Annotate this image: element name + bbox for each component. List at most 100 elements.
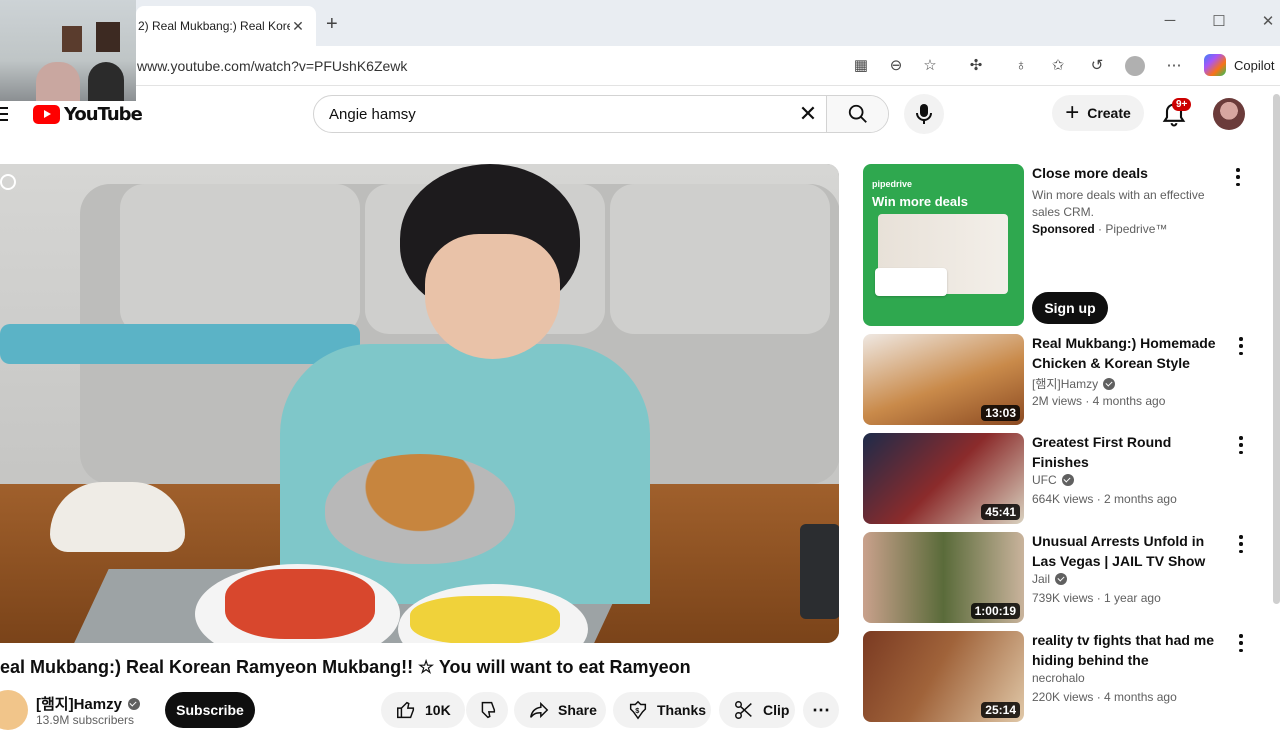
signup-button[interactable]: Sign up <box>1032 292 1108 324</box>
webcam-overlay <box>0 0 136 101</box>
browser-tab[interactable]: 2) Real Mukbang:) Real Korean Ramyeon ✕ <box>136 6 316 46</box>
clip-button[interactable]: Clip <box>719 692 795 728</box>
ad-thumbnail[interactable]: pipedrive Win more deals <box>863 164 1024 326</box>
ad-description: Win more deals with an effective sales C… <box>1032 188 1205 219</box>
extensions-icon[interactable]: ✣ <box>966 56 986 76</box>
account-avatar[interactable] <box>1213 98 1245 130</box>
channel-name-text: [햄지]Hamzy <box>36 696 122 713</box>
rec-duration: 45:41 <box>981 504 1020 520</box>
create-label: Create <box>1087 105 1131 121</box>
url-field[interactable]: www.youtube.com/watch?v=PFUshK6Zewk <box>137 58 407 74</box>
rec-channel-name: UFC <box>1032 473 1057 487</box>
microphone-icon <box>916 104 932 124</box>
page-scrollbar[interactable] <box>1273 94 1280 604</box>
window-close-icon[interactable]: ✕ <box>1258 12 1278 30</box>
browser-tab-bar: 2) Real Mukbang:) Real Korean Ramyeon ✕ … <box>0 0 1280 46</box>
rec-channel[interactable]: necrohalo <box>1032 671 1085 685</box>
rec-meta: 739K views · 1 year ago <box>1032 591 1161 605</box>
rec-title[interactable]: reality tv fights that had me hiding beh… <box>1032 630 1228 670</box>
ad-headline: Win more deals <box>872 194 968 209</box>
like-button[interactable]: 10K <box>381 692 465 728</box>
verified-icon <box>1061 474 1074 486</box>
search-box: ✕ <box>313 95 889 133</box>
subscriber-count: 13.9M subscribers <box>36 713 135 727</box>
app-grid-icon[interactable]: ▦ <box>851 56 871 76</box>
thumbs-down-icon <box>481 701 496 719</box>
logo-text: YouTube <box>64 104 143 125</box>
rec-thumbnail[interactable]: 45:41 <box>863 433 1024 524</box>
share-button[interactable]: Share <box>514 692 606 728</box>
new-tab-icon[interactable]: + <box>326 13 338 36</box>
more-actions-button[interactable]: ⋯ <box>803 692 839 728</box>
rec-channel[interactable]: [햄지]Hamzy <box>1032 375 1116 392</box>
favorite-star-icon[interactable]: ☆ <box>920 56 940 76</box>
rec-title[interactable]: Unusual Arrests Unfold in Las Vegas | JA… <box>1032 531 1228 571</box>
more-menu-icon[interactable]: ⋯ <box>1164 56 1184 76</box>
plus-icon: + <box>1065 99 1080 126</box>
maximize-icon[interactable]: ☐ <box>1209 12 1229 30</box>
copilot-button[interactable]: Copilot <box>1204 54 1274 76</box>
thanks-button[interactable]: $ Thanks <box>613 692 711 728</box>
youtube-logo[interactable]: YouTube <box>33 104 143 125</box>
channel-avatar[interactable] <box>0 690 28 730</box>
rec-more-icon[interactable] <box>1238 436 1244 454</box>
rec-channel[interactable]: UFC <box>1032 473 1074 487</box>
advertiser-name: Pipedrive™ <box>1105 222 1168 236</box>
search-input[interactable] <box>314 105 790 123</box>
copilot-icon <box>1204 54 1226 76</box>
copilot-label: Copilot <box>1234 57 1275 73</box>
search-button[interactable] <box>826 96 888 132</box>
ad-title[interactable]: Close more deals <box>1032 165 1148 181</box>
channel-name[interactable]: [햄지]Hamzy <box>36 693 140 714</box>
rec-duration: 25:14 <box>981 702 1020 718</box>
clip-label: Clip <box>763 702 790 718</box>
notification-badge: 9+ <box>1172 98 1192 111</box>
minimize-icon[interactable]: ─ <box>1160 12 1180 29</box>
video-title: eal Mukbang:) Real Korean Ramyeon Mukban… <box>0 657 691 677</box>
rec-meta: 220K views · 4 months ago <box>1032 690 1177 704</box>
ad-more-icon[interactable] <box>1235 168 1241 186</box>
video-player[interactable] <box>0 164 839 643</box>
tab-close-icon[interactable]: ✕ <box>290 18 306 35</box>
rec-more-icon[interactable] <box>1238 634 1244 652</box>
rec-more-icon[interactable] <box>1238 535 1244 553</box>
sponsored-label: Sponsored <box>1032 222 1095 236</box>
history-icon[interactable]: ↺ <box>1087 56 1107 76</box>
share-icon <box>530 701 549 719</box>
voice-search-button[interactable] <box>904 94 944 134</box>
svg-text:$: $ <box>635 706 639 715</box>
youtube-play-icon <box>33 105 60 124</box>
rec-channel[interactable]: Jail <box>1032 572 1068 586</box>
rec-channel-name: [햄지]Hamzy <box>1032 377 1099 391</box>
thanks-icon: $ <box>629 700 647 720</box>
menu-icon[interactable] <box>0 107 8 121</box>
rec-duration: 13:03 <box>981 405 1020 421</box>
rec-meta: 664K views · 2 months ago <box>1032 492 1177 506</box>
rec-title[interactable]: Greatest First Round Finishes <box>1032 432 1228 472</box>
thanks-label: Thanks <box>657 702 707 718</box>
dislike-button[interactable] <box>466 692 508 728</box>
rec-thumbnail[interactable]: 25:14 <box>863 631 1024 722</box>
zoom-icon[interactable]: ⊖ <box>886 56 906 76</box>
verified-icon <box>127 697 140 710</box>
rec-thumbnail[interactable]: 13:03 <box>863 334 1024 425</box>
youtube-header: YouTube ✕ + Create 9+ <box>0 87 1280 143</box>
address-bar: www.youtube.com/watch?v=PFUshK6Zewk ▦ ⊖ … <box>0 46 1280 86</box>
ad-brand: pipedrive <box>872 179 913 189</box>
player-overlay-icon[interactable] <box>0 174 16 190</box>
favorites-icon[interactable]: ✩ <box>1048 56 1068 76</box>
rec-meta: 2M views · 4 months ago <box>1032 394 1166 408</box>
scissors-icon <box>735 701 752 719</box>
like-count: 10K <box>425 702 451 718</box>
profile-icon[interactable] <box>1125 56 1145 76</box>
tab-title: 2) Real Mukbang:) Real Korean Ramyeon <box>138 19 290 33</box>
subscribe-button[interactable]: Subscribe <box>165 692 255 728</box>
clear-search-icon[interactable]: ✕ <box>790 101 826 127</box>
verified-icon <box>1103 377 1116 390</box>
rec-title[interactable]: Real Mukbang:) Homemade Chicken & Korean… <box>1032 333 1228 373</box>
rec-more-icon[interactable] <box>1238 337 1244 355</box>
rec-thumbnail[interactable]: 1:00:19 <box>863 532 1024 623</box>
create-button[interactable]: + Create <box>1052 95 1144 131</box>
browser-essentials-icon[interactable]: ♁ <box>1011 56 1031 76</box>
ad-sponsor-line: Sponsored · Pipedrive™ <box>1032 222 1168 236</box>
